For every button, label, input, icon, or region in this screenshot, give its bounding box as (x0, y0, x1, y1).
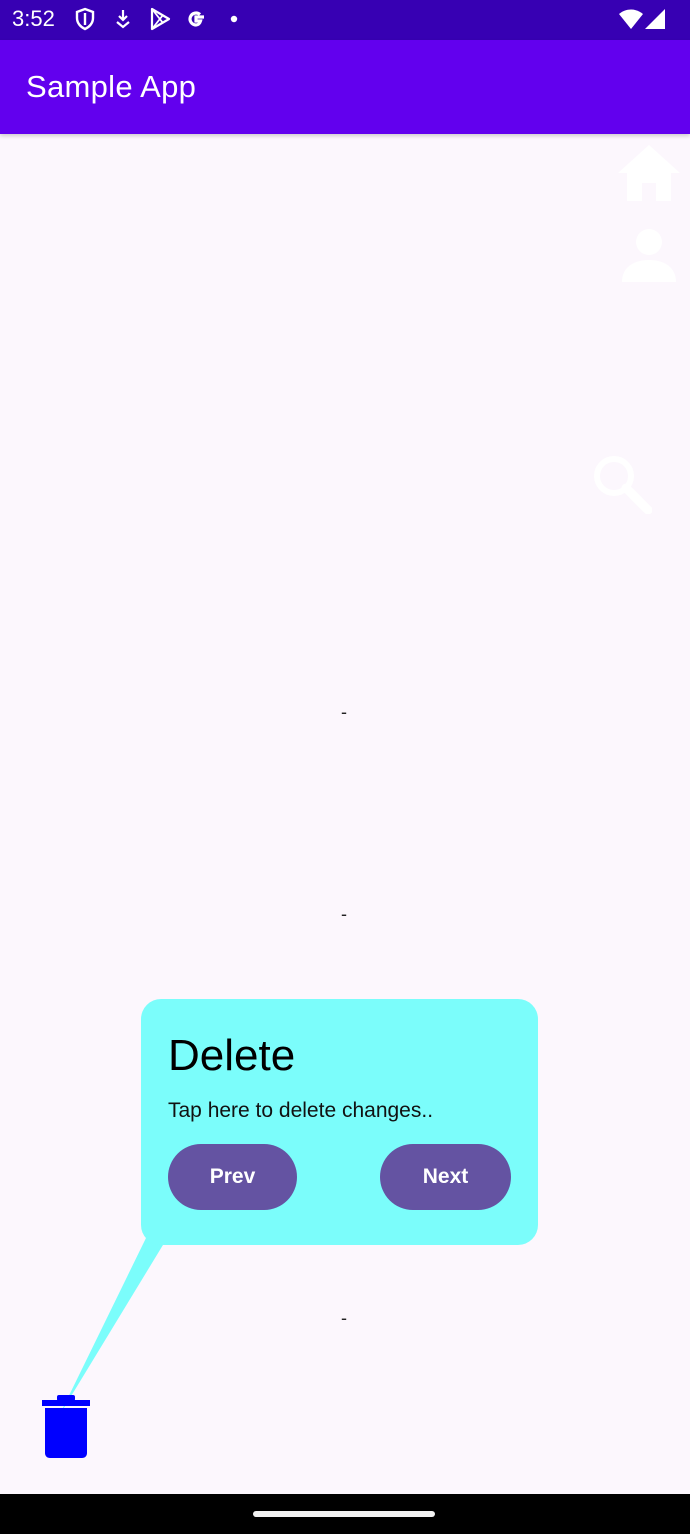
prev-button[interactable]: Prev (168, 1144, 297, 1210)
signal-icon (645, 9, 665, 29)
placeholder-text-3: - (341, 1308, 347, 1328)
app-bar: Sample App (0, 40, 690, 134)
google-icon (188, 11, 204, 27)
placeholder-text-1: - (341, 702, 347, 722)
search-icon[interactable] (590, 452, 652, 514)
tooltip-description: Tap here to delete changes.. (168, 1099, 434, 1122)
wifi-icon (619, 9, 643, 29)
next-button[interactable]: Next (380, 1144, 511, 1210)
home-icon[interactable] (616, 143, 682, 203)
tooltip-pointer (59, 1238, 166, 1416)
download-icon (116, 10, 130, 29)
placeholder-text-2: - (341, 904, 347, 924)
tooltip-title: Delete (168, 1031, 296, 1080)
home-gesture-handle[interactable] (253, 1511, 435, 1517)
trash-icon[interactable] (40, 1393, 92, 1461)
person-icon[interactable] (620, 227, 678, 283)
app-title: Sample App (26, 69, 197, 104)
navigation-bar (0, 1494, 690, 1534)
status-time: 3:52 (12, 6, 55, 31)
shield-icon (75, 7, 95, 31)
dot-icon (230, 15, 238, 23)
status-bar: 3:52 (0, 0, 690, 40)
play-store-icon (150, 7, 171, 31)
tooltip-card: Delete Tap here to delete changes.. Prev… (141, 999, 538, 1245)
